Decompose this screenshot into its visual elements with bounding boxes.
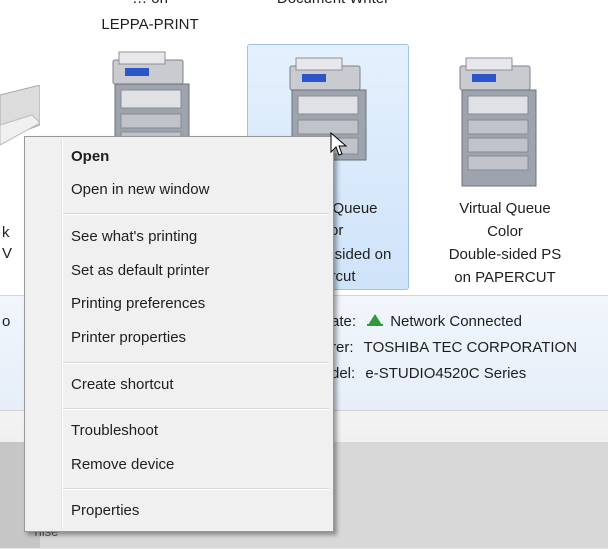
device-label-line: Double-sided PS <box>448 246 562 263</box>
menu-item-remove-device[interactable]: Remove device <box>71 455 174 475</box>
menu-separator <box>63 488 329 490</box>
device-label-partial-1: k <box>2 224 10 241</box>
device-label-line[interactable]: Virtual Queue <box>430 198 580 219</box>
model-label: del: <box>331 365 356 382</box>
menu-item-properties[interactable]: Properties <box>71 501 139 521</box>
menu-separator <box>63 213 329 215</box>
menu-item-open[interactable]: Open <box>71 147 109 167</box>
menu-item-create-shortcut[interactable]: Create shortcut <box>71 375 174 395</box>
menu-item-open-new-window[interactable]: Open in new window <box>71 180 209 200</box>
manufacturer-row: rer: TOSHIBA TEC CORPORATION <box>331 338 577 358</box>
network-icon <box>367 314 384 326</box>
menu-separator <box>63 362 329 364</box>
menu-separator <box>63 408 329 410</box>
device-label-leppa-print[interactable]: LEPPA-PRINT <box>80 14 220 35</box>
device-label-partial-2: V <box>2 245 13 262</box>
device-label-cut: … on <box>90 0 210 9</box>
details-cut-text: o <box>2 313 11 330</box>
menu-item-see-whats-printing[interactable]: See what's printing <box>71 227 197 247</box>
mouse-cursor-icon <box>330 132 348 156</box>
menu-item-set-default-printer[interactable]: Set as default printer <box>71 261 209 281</box>
menu-item-troubleshoot[interactable]: Troubleshoot <box>71 421 158 441</box>
device-label-line: Color <box>487 223 523 240</box>
model-row: del: e-STUDIO4520C Series <box>331 364 526 384</box>
device-label-line: on PAPERCUT <box>454 269 556 286</box>
state-label: ate: <box>331 313 357 330</box>
manufacturer-value: TOSHIBA TEC CORPORATION <box>363 339 578 356</box>
device-label-cut: Document Writer <box>258 0 408 9</box>
menu-item-printing-preferences[interactable]: Printing preferences <box>71 294 205 314</box>
state-row: ate: Network Connected <box>331 312 522 332</box>
model-value: e-STUDIO4520C Series <box>365 365 527 382</box>
manufacturer-label: rer: <box>331 339 354 356</box>
context-menu: Open Open in new window See what's print… <box>24 136 334 532</box>
menu-item-printer-properties[interactable]: Printer properties <box>71 328 186 348</box>
state-value: Network Connected <box>390 313 522 330</box>
printer-icon[interactable] <box>452 48 542 198</box>
